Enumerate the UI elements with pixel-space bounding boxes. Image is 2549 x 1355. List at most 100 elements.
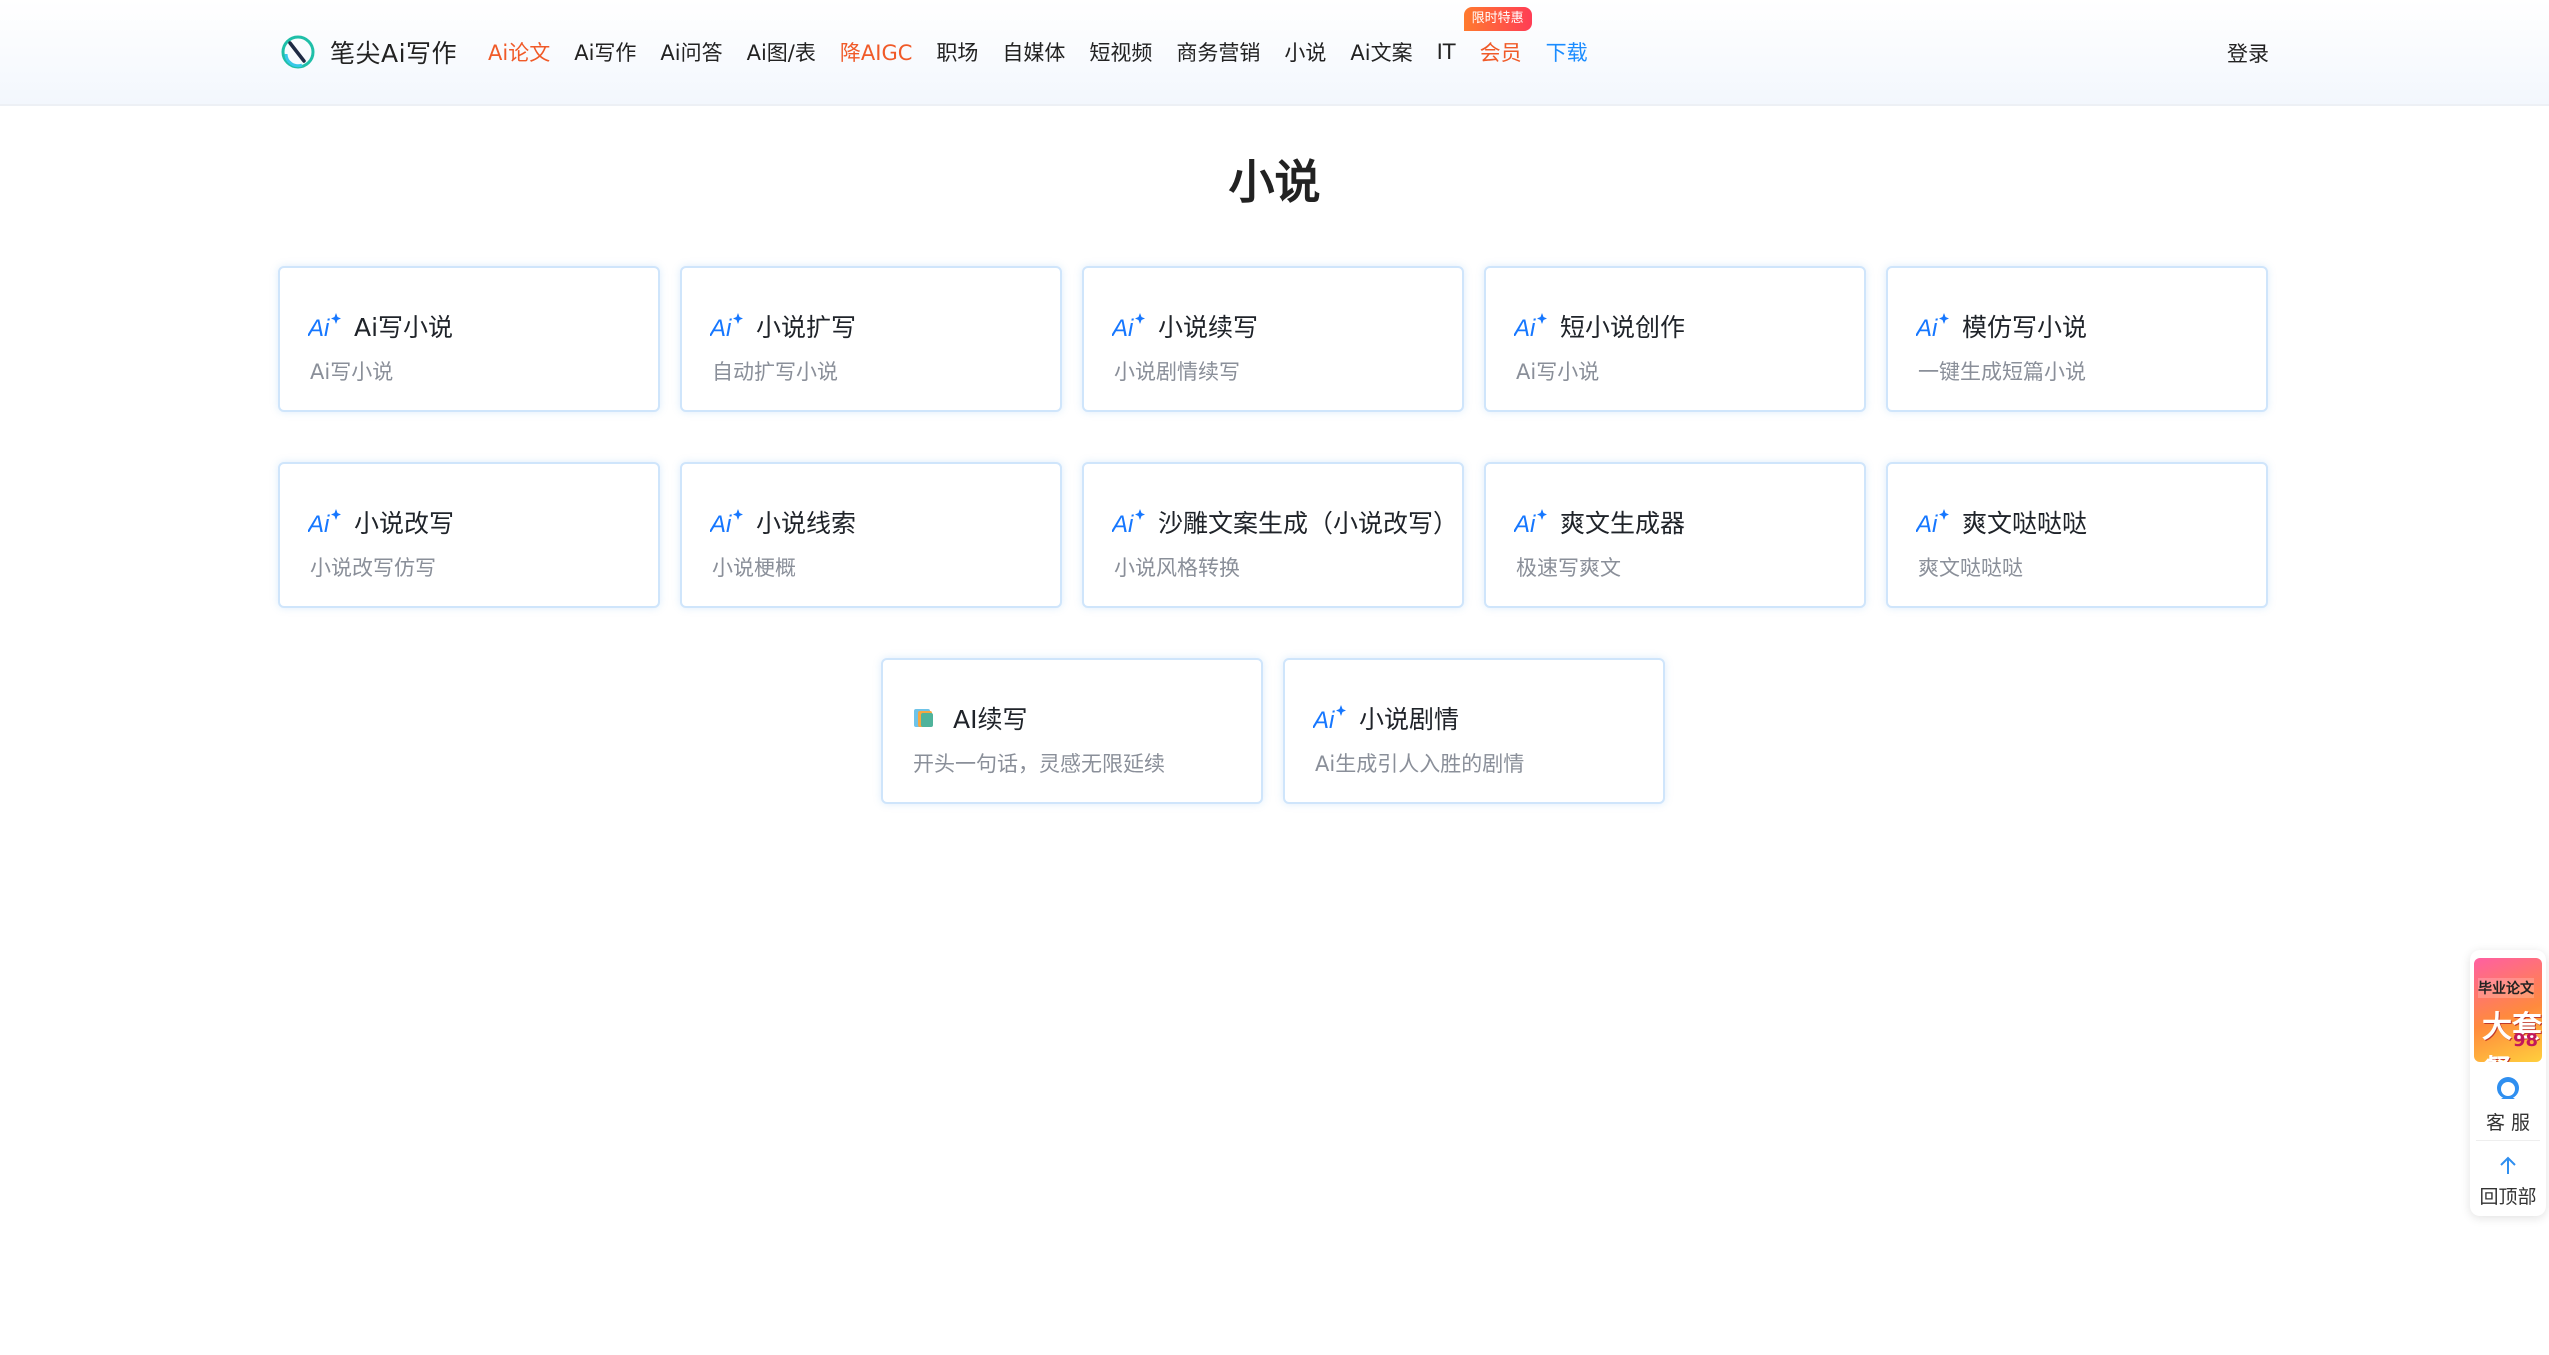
tool-card[interactable]: Ai 爽文哒哒哒 爽文哒哒哒 xyxy=(1886,462,2268,608)
card-description: Ai写小说 xyxy=(310,360,394,384)
nav-item-label: 自媒体 xyxy=(1002,41,1066,65)
card-title: AI续写 xyxy=(953,705,1028,734)
card-header: Ai 小说续写 xyxy=(1112,308,1258,344)
side-divider xyxy=(2476,1140,2540,1141)
card-title: 短小说创作 xyxy=(1560,313,1686,342)
logo-icon xyxy=(281,35,315,69)
card-title: 小说改写 xyxy=(354,509,455,538)
customer-service-button[interactable]: 客 服 xyxy=(2470,1074,2546,1135)
ai-sparkle-icon: Ai xyxy=(1514,313,1547,341)
ai-sparkle-icon: Ai xyxy=(1916,509,1949,537)
promo-line-1: 毕业论文 xyxy=(2478,978,2534,998)
nav-item[interactable]: 短视频 xyxy=(1089,37,1152,67)
card-description: Ai生成引人入胜的剧情 xyxy=(1315,752,1525,776)
ai-sparkle-icon: Ai xyxy=(1916,313,1949,341)
svg-text:Ai: Ai xyxy=(1514,511,1536,537)
ai-sparkle-icon: Ai xyxy=(1313,705,1346,733)
card-header: Ai 模仿写小说 xyxy=(1916,308,2087,344)
svg-text:Ai: Ai xyxy=(308,511,330,537)
tool-card[interactable]: AI续写开头一句话，灵感无限延续 xyxy=(881,658,1263,804)
tool-card[interactable]: Ai 小说剧情 Ai生成引人入胜的剧情 xyxy=(1283,658,1665,804)
nav-item[interactable]: 降AIGC xyxy=(840,37,913,67)
card-description: 自动扩写小说 xyxy=(712,360,838,384)
ai-sparkle-icon: Ai xyxy=(1514,509,1547,537)
nav-item[interactable]: Ai写作 xyxy=(574,37,636,67)
logo-text: 笔尖Ai写作 xyxy=(330,39,458,68)
card-header: Ai Ai写小说 xyxy=(308,308,453,344)
svg-text:Ai: Ai xyxy=(1514,315,1536,341)
nav-item[interactable]: 自媒体 xyxy=(1002,37,1065,67)
top-header: 笔尖Ai写作 Ai论文 Ai写作 Ai问答 Ai图/表 降AIGC 职场 自媒体 短视频 商务营… xyxy=(0,0,2549,106)
ai-sparkle-icon: Ai xyxy=(1112,509,1145,537)
nav-item[interactable]: 下载 xyxy=(1546,37,1588,67)
svg-text:Ai: Ai xyxy=(1313,707,1335,733)
nav-item-label: IT xyxy=(1436,40,1456,64)
nav-item[interactable]: Ai论文 xyxy=(488,37,550,67)
nav-item[interactable]: Ai文案 xyxy=(1350,37,1412,67)
card-description: 一键生成短篇小说 xyxy=(1918,360,2086,384)
card-header: Ai 小说剧情 xyxy=(1313,700,1459,736)
main-nav: Ai论文 Ai写作 Ai问答 Ai图/表 降AIGC 职场 自媒体 短视频 商务营销 小说 Ai文案… xyxy=(488,0,1612,104)
tool-card[interactable]: Ai 短小说创作 Ai写小说 xyxy=(1484,266,1866,412)
card-title: 小说剧情 xyxy=(1359,705,1460,734)
card-description: 小说风格转换 xyxy=(1114,556,1240,580)
side-float-panel: 毕业论文 大套餐 98 客 服 回顶部 xyxy=(2470,950,2546,1216)
tool-card[interactable]: Ai Ai写小说 Ai写小说 xyxy=(278,266,660,412)
card-title: 爽文生成器 xyxy=(1560,509,1686,538)
svg-text:Ai: Ai xyxy=(1916,315,1938,341)
card-header: Ai 短小说创作 xyxy=(1514,308,1685,344)
card-title: 爽文哒哒哒 xyxy=(1962,509,2088,538)
nav-item-label: 短视频 xyxy=(1089,41,1153,65)
nav-item[interactable]: 商务营销 xyxy=(1176,37,1260,67)
tool-card[interactable]: Ai 爽文生成器 极速写爽文 xyxy=(1484,462,1866,608)
tool-card[interactable]: Ai 小说扩写自动扩写小说 xyxy=(680,266,1062,412)
site-logo[interactable]: 笔尖Ai写作 xyxy=(280,34,457,70)
nav-item[interactable]: 职场 xyxy=(936,37,978,67)
login-link[interactable]: 登录 xyxy=(2227,38,2269,68)
ai-sparkle-icon: Ai xyxy=(710,509,743,537)
book-icon xyxy=(914,709,933,727)
card-title: 小说续写 xyxy=(1158,313,1259,342)
nav-item-label: Ai图/表 xyxy=(746,41,816,65)
nav-item[interactable]: 小说 xyxy=(1284,37,1326,67)
nav-item-label: 商务营销 xyxy=(1176,41,1261,65)
nav-item-label: Ai写作 xyxy=(574,41,637,65)
page-title: 小说 xyxy=(1228,155,1321,209)
card-header: Ai 爽文生成器 xyxy=(1514,504,1685,540)
card-header: Ai 小说扩写 xyxy=(710,308,856,344)
nav-item[interactable]: Ai问答 xyxy=(660,37,722,67)
card-description: 开头一句话，灵感无限延续 xyxy=(913,752,1165,776)
ai-sparkle-icon: Ai xyxy=(308,313,341,341)
nav-item[interactable]: 会员 限时特惠 xyxy=(1463,7,1532,67)
tool-card[interactable]: Ai 小说改写小说改写仿写 xyxy=(278,462,660,608)
card-title: 模仿写小说 xyxy=(1962,313,2088,342)
nav-item-label: 小说 xyxy=(1284,41,1327,65)
nav-item-label: 下载 xyxy=(1545,41,1588,65)
promo-price: 98 xyxy=(2512,1030,2538,1051)
nav-item-label: Ai论文 xyxy=(488,41,551,65)
nav-item[interactable]: Ai图/表 xyxy=(747,37,816,67)
card-description: 小说改写仿写 xyxy=(310,556,436,580)
nav-item[interactable]: IT xyxy=(1437,40,1456,64)
card-title: Ai写小说 xyxy=(354,313,454,342)
back-to-top-button[interactable]: 回顶部 xyxy=(2470,1154,2546,1209)
card-description: 爽文哒哒哒 xyxy=(1918,556,2023,580)
svg-text:Ai: Ai xyxy=(1112,315,1134,341)
ai-sparkle-icon: Ai xyxy=(308,509,341,537)
graduation-promo-banner[interactable]: 毕业论文 大套餐 98 xyxy=(2474,958,2542,1062)
svg-text:Ai: Ai xyxy=(710,315,732,341)
card-title: 小说线索 xyxy=(756,509,857,538)
card-title: 小说扩写 xyxy=(756,313,857,342)
tool-card[interactable]: Ai 小说线索小说梗概 xyxy=(680,462,1062,608)
nav-item-label: 降AIGC xyxy=(839,41,913,65)
svg-text:Ai: Ai xyxy=(710,511,732,537)
card-title: 沙雕文案生成（小说改写） xyxy=(1158,509,1459,538)
nav-item-label: Ai问答 xyxy=(660,41,723,65)
tool-card[interactable]: Ai 模仿写小说一键生成短篇小说 xyxy=(1886,266,2268,412)
tool-card[interactable]: Ai 沙雕文案生成（小说改写） 小说风格转换 xyxy=(1082,462,1464,608)
tool-card[interactable]: Ai 小说续写 小说剧情续写 xyxy=(1082,266,1464,412)
ai-sparkle-icon: Ai xyxy=(710,313,743,341)
card-description: 小说梗概 xyxy=(712,556,796,580)
card-header: AI续写 xyxy=(911,700,1027,736)
promo-badge: 限时特惠 xyxy=(1463,7,1532,31)
